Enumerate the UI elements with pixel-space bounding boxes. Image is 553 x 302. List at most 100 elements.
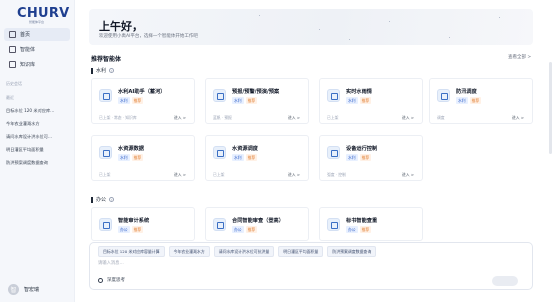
agent-card[interactable]: 防汛调度 水利 推荐 调度 进入 > (429, 78, 533, 124)
agent-name: 水利AI助手（蓄河） (118, 89, 166, 95)
history-item[interactable]: 请问水库设计洪水位可… (6, 130, 70, 143)
chat-composer: 目标水位 120 米对应库容量计算 今年农业灌溉水方 请问水库设计洪水位可抗洪量… (89, 242, 533, 290)
agent-card[interactable]: 水资源调度 水利 推荐 已上架 进入 > (205, 135, 309, 181)
agent-meta: 已上架 (327, 115, 339, 120)
suggestion-chip[interactable]: 今年农业灌溉水方 (168, 246, 210, 257)
category-label: 水利 (96, 68, 107, 74)
tag: 水利 (346, 154, 358, 161)
agent-name: 预报/预警/预演/预案 (232, 89, 280, 95)
enter-link[interactable]: 进入 > (512, 115, 524, 121)
category-marker (91, 67, 93, 74)
send-button[interactable] (492, 276, 518, 286)
greeting-title: 上午好， (99, 20, 143, 33)
tag: 水利 (456, 97, 468, 104)
sidebar-section-title: 历史会话 (6, 81, 22, 86)
help-icon[interactable]: ? (109, 197, 115, 202)
agent-card[interactable]: 预报/预警/预演/预案 水利 推荐 蓝帆 · 预报 进入 > (205, 78, 309, 124)
sidebar-nav: 首页 智能体 知识库 (4, 28, 70, 73)
nav-item-label: 首页 (20, 32, 31, 38)
agent-icon (99, 146, 112, 159)
category-label: 办公 (96, 197, 107, 203)
enter-link[interactable]: 进入 > (402, 115, 414, 121)
agent-meta: 调度 (437, 115, 445, 120)
home-icon (9, 31, 16, 38)
tag: 推荐 (359, 226, 372, 233)
agent-card[interactable]: 水资源数据 水利 推荐 已上架 进入 > (91, 135, 195, 181)
agent-meta: 蓝帆 · 预报 (213, 115, 232, 120)
help-icon[interactable]: ? (109, 68, 115, 73)
message-input[interactable]: 请输入消息… (98, 260, 124, 266)
enter-link[interactable]: 进入 > (402, 172, 414, 178)
tag: 水利 (232, 97, 244, 104)
agent-icon (327, 146, 340, 159)
agent-icon (327, 89, 340, 102)
deep-think-toggle[interactable]: 深度思考 (98, 277, 125, 283)
tag: 推荐 (359, 97, 372, 104)
suggestion-chips: 目标水位 120 米对应库容量计算 今年农业灌溉水方 请问水库设计洪水位可抗洪量… (98, 246, 380, 257)
agent-meta: 弧度 · 控制 (327, 172, 346, 177)
suggestion-chip[interactable]: 目标水位 120 米对应库容量计算 (98, 246, 165, 257)
agent-icon (9, 46, 16, 53)
nav-item-knowledge[interactable]: 知识库 (4, 58, 70, 71)
history-item[interactable]: 今年农业灌溉水方 (6, 117, 70, 130)
tag: 推荐 (131, 154, 144, 161)
avatar: 智 (8, 284, 19, 295)
welcome-banner: 上午好， 欢迎使用小禹AI平台，选择一个智能体开始工作吧 (89, 9, 533, 45)
history-item[interactable]: 防洪预案调度数据查询 (6, 156, 70, 169)
enter-link[interactable]: 进入 > (174, 115, 186, 121)
suggestion-chip[interactable]: 防洪预案调度数据查询 (327, 246, 377, 257)
bulb-icon (98, 277, 103, 283)
nav-item-agents[interactable]: 智能体 (4, 43, 70, 56)
book-icon (9, 61, 16, 68)
history-list: 目标水位 120 米对应库… 今年农业灌溉水方 请问水库设计洪水位可… 明日灌区… (6, 104, 70, 169)
tag: 水利 (118, 154, 130, 161)
agent-icon (213, 218, 226, 231)
agent-name: 防汛调度 (456, 89, 477, 95)
agent-card[interactable]: 水利AI助手（蓄河） 水利 推荐 已上架 · 常态 · 知识库 进入 > (91, 78, 195, 124)
nav-item-home[interactable]: 首页 (4, 28, 70, 41)
agent-meta: 已上架 (99, 172, 111, 177)
agent-icon (327, 218, 340, 231)
enter-link[interactable]: 进入 > (288, 172, 300, 178)
user-profile[interactable]: 智 智宏瑞 (8, 284, 39, 295)
category-header-office: 办公 ? (91, 196, 115, 203)
agent-name: 标书智能查重 (346, 218, 378, 224)
view-all-link[interactable]: 查看全部 > (508, 54, 531, 60)
history-item[interactable]: 目标水位 120 米对应库… (6, 104, 70, 117)
agent-name: 设备运行控制 (346, 146, 378, 152)
scrollbar[interactable] (549, 62, 552, 154)
category-header-water: 水利 ? (91, 67, 115, 74)
tag: 办公 (118, 226, 130, 233)
tag: 水利 (118, 97, 130, 104)
agent-card[interactable]: 设备运行控制 水利 推荐 弧度 · 控制 进入 > (319, 135, 423, 181)
tag: 推荐 (131, 226, 144, 233)
history-item[interactable]: 明日灌区平均面积量 (6, 143, 70, 156)
suggestion-chip[interactable]: 请问水库设计洪水位可抗洪量 (213, 246, 275, 257)
greeting-subtitle: 欢迎使用小禹AI平台，选择一个智能体开始工作吧 (99, 34, 198, 39)
logo-text: CHURV (17, 6, 70, 21)
tag: 推荐 (245, 154, 258, 161)
enter-link[interactable]: 进入 > (174, 172, 186, 178)
logo[interactable]: CHURV 智能体平台 (17, 6, 70, 24)
category-marker (91, 196, 93, 203)
suggestion-chip[interactable]: 明日灌区平均面积量 (278, 246, 324, 257)
user-name: 智宏瑞 (24, 287, 40, 293)
agent-icon (99, 218, 112, 231)
agent-icon (213, 89, 226, 102)
agent-card[interactable]: 标书智能查重 办公 推荐 (319, 207, 423, 241)
agent-card[interactable]: 智能审计系统 办公 推荐 (91, 207, 195, 241)
nav-item-label: 知识库 (20, 62, 36, 68)
agent-card[interactable]: 实时水雨情 水利 推荐 已上架 进入 > (319, 78, 423, 124)
agent-icon (213, 146, 226, 159)
agent-meta: 已上架 · 常态 · 知识库 (99, 115, 137, 120)
agent-name: 水资源调度 (232, 146, 258, 152)
agent-icon (437, 89, 450, 102)
recommend-title: 推荐智能体 (91, 56, 122, 63)
enter-link[interactable]: 进入 > (288, 115, 300, 121)
history-title: 最近 (6, 95, 14, 100)
tag: 水利 (346, 97, 358, 104)
agent-card[interactable]: 合同智能审查（登高） 办公 推荐 (205, 207, 309, 241)
logo-subtitle: 智能体平台 (29, 20, 45, 24)
tag: 水利 (232, 154, 244, 161)
agent-name: 实时水雨情 (346, 89, 372, 95)
